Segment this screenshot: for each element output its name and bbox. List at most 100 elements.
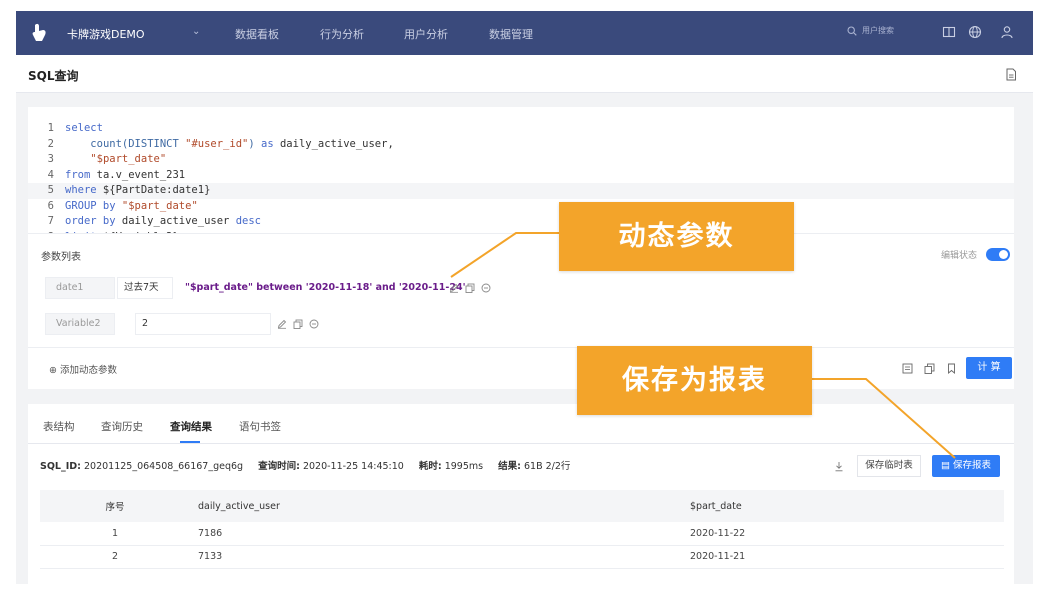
edit-icon[interactable] <box>449 283 459 293</box>
nav-menu-data-management[interactable]: 数据管理 <box>489 26 533 42</box>
table-cell: 2020-11-22 <box>682 522 1004 546</box>
remove-circle-icon[interactable] <box>481 283 491 293</box>
top-nav: 卡牌游戏DEMO ⌄ 数据看板 行为分析 用户分析 数据管理 用户搜索 <box>16 11 1033 55</box>
column-header-daily-active-user[interactable]: daily_active_user <box>190 490 682 522</box>
code-text: order by daily_active_user desc <box>65 214 261 230</box>
table-row: 2 7133 2020-11-21 <box>40 545 1004 569</box>
editor-line[interactable]: 4 from ta.v_event_231 <box>28 168 1014 184</box>
result-value: 61B 2/2行 <box>523 461 571 472</box>
editor-line[interactable]: 3 "$part_date" <box>28 152 1014 168</box>
add-dynamic-param-button[interactable]: ⊕ 添加动态参数 <box>49 362 117 376</box>
editor-line[interactable]: 6 GROUP by "$part_date" <box>28 199 1014 215</box>
result-label: 结果: <box>498 461 521 472</box>
code-token: "#user_id" <box>185 137 249 150</box>
edit-state-toggle[interactable] <box>986 248 1010 261</box>
code-token: daily_active_user <box>115 215 236 227</box>
column-header-index[interactable]: 序号 <box>40 490 190 522</box>
title-bar: SQL查询 <box>16 55 1033 93</box>
app-logo-icon[interactable] <box>28 22 50 44</box>
code-text: "$part_date" <box>65 152 166 168</box>
edit-state-label: 编辑状态 <box>941 251 978 261</box>
save-report-button[interactable]: ▤ 保存报表 <box>932 455 1000 477</box>
code-text: select <box>65 121 103 137</box>
editor-actions: ⊕ 添加动态参数 计 算 <box>28 347 1014 389</box>
document-icon[interactable] <box>1005 68 1017 81</box>
param-name-date1: date1 <box>45 277 115 299</box>
table-header-row: 序号 daily_active_user $part_date <box>40 490 1004 522</box>
remove-circle-icon[interactable] <box>309 319 319 329</box>
tab-table-structure[interactable]: 表结构 <box>43 419 75 434</box>
add-dynamic-param-label: 添加动态参数 <box>60 365 118 376</box>
copy-icon[interactable] <box>924 363 935 374</box>
line-number: 6 <box>47 199 54 212</box>
param-name-variable2: Variable2 <box>45 313 115 335</box>
code-token: select <box>65 122 103 134</box>
tab-query-history[interactable]: 查询历史 <box>101 419 143 434</box>
code-text: where ${PartDate:date1} <box>65 183 210 199</box>
column-header-part-date[interactable]: $part_date <box>682 490 1004 522</box>
code-token: ) <box>248 137 261 150</box>
user-search[interactable]: 用户搜索 <box>847 25 894 36</box>
plus-circle-icon: ⊕ <box>49 365 57 376</box>
code-text: count(DISTINCT "#user_id") as daily_acti… <box>65 137 394 153</box>
code-text: from ta.v_event_231 <box>65 168 185 184</box>
code-text: GROUP by "$part_date" <box>65 199 198 215</box>
download-icon[interactable] <box>834 461 844 472</box>
code-token: desc <box>235 215 261 227</box>
param-value-date1[interactable]: 过去7天 <box>117 277 173 299</box>
edit-icon[interactable] <box>277 319 287 329</box>
duration-label: 耗时: <box>418 461 442 472</box>
document-icon: ▤ <box>940 460 950 471</box>
sql-editor[interactable]: 1 select 2 count(DISTINCT "#user_id") as d… <box>28 107 1014 243</box>
search-placeholder: 用户搜索 <box>862 26 894 35</box>
result-table: 序号 daily_active_user $part_date 1 7186 2… <box>40 490 1004 569</box>
table-cell: 2020-11-21 <box>682 545 1004 569</box>
code-token: count(DISTINCT <box>90 137 186 150</box>
code-token: GROUP by <box>65 199 116 212</box>
duration-value: 1995ms <box>444 461 484 472</box>
tab-statement-bookmarks[interactable]: 语句书签 <box>239 419 281 434</box>
chevron-down-icon[interactable]: ⌄ <box>192 26 200 37</box>
page-title: SQL查询 <box>28 69 79 83</box>
save-report-label: 保存报表 <box>953 460 992 471</box>
table-cell: 1 <box>40 522 190 546</box>
callout-dynamic-params: 动态参数 <box>559 202 794 271</box>
editor-line[interactable]: 7 order by daily_active_user desc <box>28 214 1014 230</box>
param-value-variable2[interactable]: 2 <box>135 313 271 335</box>
user-icon[interactable] <box>999 24 1015 40</box>
project-selector-label[interactable]: 卡牌游戏DEMO <box>67 26 145 42</box>
tab-query-results[interactable]: 查询结果 <box>170 419 212 434</box>
nav-menu-user-analysis[interactable]: 用户分析 <box>404 26 448 42</box>
code-token: as <box>261 137 274 150</box>
compute-button[interactable]: 计 算 <box>966 357 1012 379</box>
code-token: "$part_date" <box>121 199 198 212</box>
query-time-value: 2020-11-25 14:45:10 <box>302 461 404 472</box>
nav-menu-dashboard[interactable]: 数据看板 <box>235 26 279 42</box>
table-cell: 7133 <box>190 545 682 569</box>
globe-icon[interactable] <box>967 24 983 40</box>
results-panel: 表结构 查询历史 查询结果 语句书签 SQL_ID: 20201125_0645… <box>28 404 1014 584</box>
editor-line[interactable]: 5 where ${PartDate:date1} <box>28 183 1014 199</box>
save-temp-table-button[interactable]: 保存临时表 <box>857 455 921 477</box>
code-token: ta.v_event_231 <box>90 168 186 181</box>
editor-line[interactable]: 2 count(DISTINCT "#user_id") as daily_ac… <box>28 137 1014 153</box>
copy-icon[interactable] <box>293 319 303 329</box>
table-row: 1 7186 2020-11-22 <box>40 522 1004 546</box>
search-icon <box>847 25 857 36</box>
copy-icon[interactable] <box>465 283 475 293</box>
layout-icon[interactable] <box>941 24 957 40</box>
line-number: 2 <box>47 137 54 150</box>
code-token: order by <box>65 215 116 227</box>
bookmark-icon[interactable] <box>946 363 957 374</box>
code-token: daily_active_user, <box>273 137 394 150</box>
nav-menu-behavior-analysis[interactable]: 行为分析 <box>320 26 364 42</box>
code-token: from <box>65 168 91 181</box>
query-meta: SQL_ID: 20201125_064508_66167_geq6g 查询时间… <box>40 458 570 472</box>
editor-line[interactable]: 1 select <box>28 121 1014 137</box>
query-time-label: 查询时间: <box>258 461 300 472</box>
format-icon[interactable] <box>902 363 913 374</box>
parameter-panel: 参数列表 编辑状态 date1 过去7天 "$part_date" betwee… <box>28 233 1014 347</box>
callout-save-as-report: 保存为报表 <box>577 346 812 415</box>
